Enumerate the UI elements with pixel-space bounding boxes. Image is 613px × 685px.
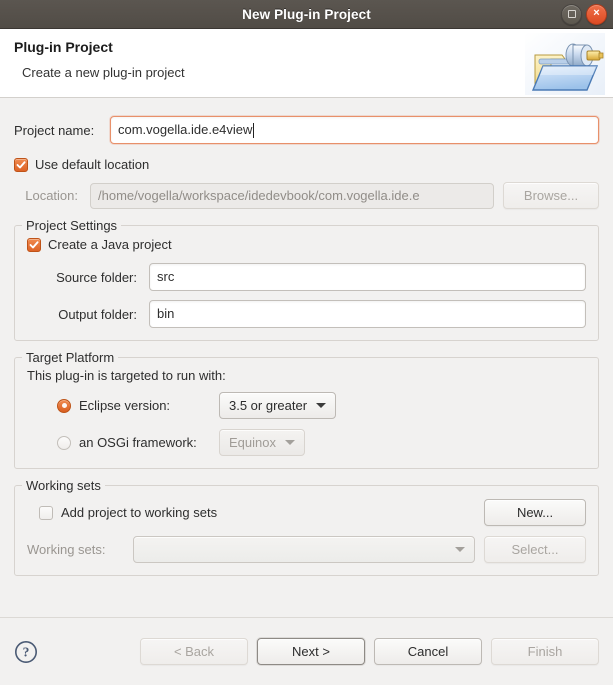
close-icon[interactable]: × bbox=[586, 3, 607, 25]
window-controls: × bbox=[561, 0, 607, 28]
radio-dot bbox=[61, 403, 67, 408]
close-x-glyph: × bbox=[593, 7, 600, 19]
plugin-project-wizard-icon bbox=[525, 33, 605, 95]
osgi-framework-radio[interactable] bbox=[57, 435, 71, 450]
output-folder-label: Output folder: bbox=[58, 306, 137, 322]
target-platform-description: This plug-in is targeted to run with: bbox=[27, 368, 226, 383]
project-name-row: Project name: com.vogella.ide.e4view bbox=[14, 116, 599, 144]
source-folder-row: Source folder: src bbox=[27, 263, 586, 291]
footer-buttons: < Back Next > Cancel Finish bbox=[140, 638, 599, 665]
checkmark-icon bbox=[16, 160, 26, 168]
add-project-checkbox[interactable] bbox=[39, 505, 53, 520]
window-titlebar: New Plug-in Project × bbox=[0, 0, 613, 29]
location-value: /home/vogella/workspace/idedevbook/com.v… bbox=[98, 187, 420, 203]
use-default-location-row[interactable]: Use default location bbox=[14, 157, 599, 172]
finish-button: Finish bbox=[491, 638, 599, 665]
project-name-value: com.vogella.ide.e4view bbox=[118, 122, 253, 137]
wizard-header: Plug-in Project Create a new plug-in pro… bbox=[0, 29, 613, 98]
location-input: /home/vogella/workspace/idedevbook/com.v… bbox=[90, 182, 494, 209]
cancel-button[interactable]: Cancel bbox=[374, 638, 482, 665]
use-default-location-label: Use default location bbox=[35, 157, 150, 172]
source-folder-label: Source folder: bbox=[56, 269, 137, 285]
output-folder-input[interactable]: bin bbox=[149, 300, 586, 328]
chevron-down-icon bbox=[455, 547, 465, 552]
eclipse-version-value: 3.5 or greater bbox=[229, 398, 308, 413]
location-label: Location: bbox=[25, 188, 78, 203]
working-sets-group: Working sets Add project to working sets… bbox=[14, 478, 599, 576]
back-button: < Back bbox=[140, 638, 248, 665]
osgi-framework-dropdown: Equinox bbox=[219, 429, 305, 456]
chevron-down-icon bbox=[284, 440, 295, 445]
add-project-row: Add project to working sets New... bbox=[27, 499, 586, 526]
project-settings-group: Project Settings Create a Java project S… bbox=[14, 218, 599, 341]
maximize-square-glyph bbox=[567, 10, 576, 18]
checkmark-icon bbox=[29, 240, 39, 248]
eclipse-version-radio[interactable] bbox=[57, 398, 71, 413]
next-button[interactable]: Next > bbox=[257, 638, 365, 665]
create-java-project-checkbox[interactable] bbox=[27, 237, 41, 252]
maximize-icon[interactable] bbox=[561, 3, 582, 25]
source-folder-value: src bbox=[157, 269, 175, 284]
target-platform-group: Target Platform This plug-in is targeted… bbox=[14, 350, 599, 469]
eclipse-version-row[interactable]: Eclipse version: 3.5 or greater bbox=[27, 392, 586, 419]
osgi-framework-label: an OSGi framework: bbox=[79, 435, 197, 450]
page-subtitle: Create a new plug-in project bbox=[22, 65, 185, 80]
source-folder-input[interactable]: src bbox=[149, 263, 586, 291]
project-name-label: Project name: bbox=[14, 122, 95, 138]
target-platform-title: Target Platform bbox=[22, 350, 119, 365]
eclipse-version-label: Eclipse version: bbox=[79, 398, 171, 413]
page-title: Plug-in Project bbox=[14, 39, 113, 55]
window-title: New Plug-in Project bbox=[242, 6, 371, 22]
browse-button: Browse... bbox=[503, 182, 599, 209]
output-folder-row: Output folder: bin bbox=[27, 300, 586, 328]
svg-text:?: ? bbox=[23, 644, 30, 659]
new-working-set-button[interactable]: New... bbox=[484, 499, 586, 526]
osgi-framework-row[interactable]: an OSGi framework: Equinox bbox=[27, 429, 586, 456]
working-sets-label: Working sets: bbox=[27, 542, 106, 557]
working-sets-row: Working sets: Select... bbox=[27, 536, 586, 563]
location-row: Location: /home/vogella/workspace/idedev… bbox=[14, 182, 599, 209]
output-folder-value: bin bbox=[157, 306, 175, 321]
help-icon[interactable]: ? bbox=[14, 640, 38, 664]
text-caret bbox=[253, 122, 255, 138]
dialog-footer: ? < Back Next > Cancel Finish bbox=[0, 617, 613, 685]
add-project-label: Add project to working sets bbox=[61, 505, 218, 520]
osgi-framework-value: Equinox bbox=[229, 435, 276, 450]
project-settings-title: Project Settings bbox=[22, 218, 122, 233]
chevron-down-icon bbox=[316, 403, 327, 408]
project-name-input[interactable]: com.vogella.ide.e4view bbox=[110, 116, 599, 144]
create-java-project-row[interactable]: Create a Java project bbox=[27, 237, 586, 252]
use-default-location-checkbox[interactable] bbox=[14, 157, 28, 172]
working-sets-dropdown bbox=[133, 536, 475, 563]
select-working-set-button: Select... bbox=[484, 536, 586, 563]
working-sets-title: Working sets bbox=[22, 478, 105, 493]
create-java-project-label: Create a Java project bbox=[48, 237, 172, 252]
eclipse-version-dropdown[interactable]: 3.5 or greater bbox=[219, 392, 337, 419]
wizard-body: Project name: com.vogella.ide.e4view Use… bbox=[0, 98, 613, 617]
